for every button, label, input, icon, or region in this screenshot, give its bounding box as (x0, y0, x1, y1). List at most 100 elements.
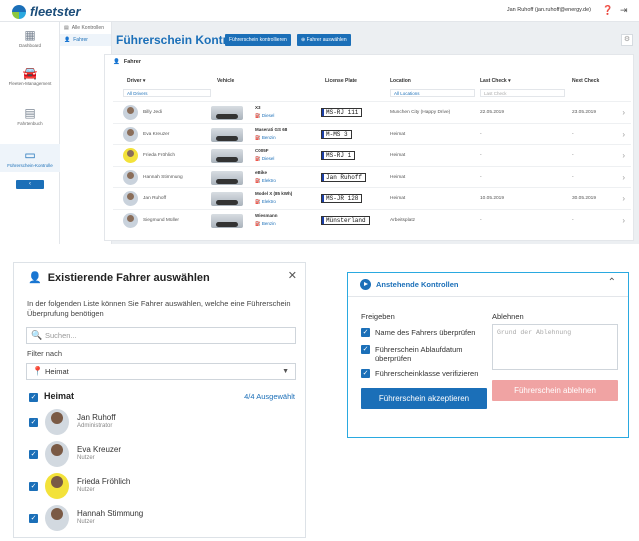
last-check: - (480, 131, 482, 137)
filter-select[interactable]: 📍 Heimat ▼ (26, 363, 296, 380)
fleetster-logo-icon (12, 4, 26, 19)
table-row[interactable]: Hannah Stimmung eBike ⛽ Elektro Jan Ruhoff H… (113, 165, 631, 188)
fuel-label: Elektro (261, 199, 276, 204)
check-row[interactable]: ✓ Führerschein Ablaufdatum überprüfen (361, 345, 487, 363)
logout-icon[interactable]: ⇥ (620, 5, 628, 16)
rail-logbook[interactable]: ▤ Fahrtenbuch (0, 106, 60, 126)
check-license-button[interactable]: Führerschein kontrollieren (225, 34, 291, 46)
col-next-check[interactable]: Next Check (572, 78, 599, 84)
filter-label: Filter nach (27, 349, 63, 358)
subnav-drivers[interactable]: 👤 Fahrer (60, 34, 111, 46)
person-checkbox[interactable]: ✓ (29, 482, 38, 491)
reject-reason-input[interactable]: Grund der Ablehnung (492, 324, 618, 370)
person-name: Hannah Stimmung (77, 509, 144, 518)
panel-header[interactable]: Anstehende Kontrollen ⌃ (348, 273, 628, 297)
vehicle-image (211, 106, 243, 120)
chevron-right-icon[interactable]: › (622, 151, 625, 160)
check-row[interactable]: ✓ Name des Fahrers überprüfen (361, 328, 487, 337)
location: Arbeitsplatz (390, 217, 416, 223)
license-plate: MS-RJ 111 (321, 108, 363, 117)
table-row[interactable]: Eva Kreuzer Maserati GS 68 ⛽ Benzin M-MS 3 H… (113, 122, 631, 145)
select-driver-button[interactable]: ⊕ Fahrer auswählen (297, 34, 351, 46)
dialog-title: Existierende Fahrer auswählen (47, 271, 210, 284)
select-driver-label: Fahrer auswählen (306, 37, 347, 43)
app-logo[interactable]: fleetster (12, 4, 81, 19)
list-item[interactable]: ✓ Frieda Fröhlich Nutzer (29, 473, 269, 503)
fuel-icon: ⛽ (255, 134, 261, 140)
group-name: Heimat (44, 391, 75, 401)
select-driver-dialog: 👤 Existierende Fahrer auswählen ✕ In der … (13, 262, 306, 538)
person-checkbox[interactable]: ✓ (29, 450, 38, 459)
rail-license-check[interactable]: ▭ Führerschein-Kontrolle (0, 144, 60, 172)
person-name: Frieda Fröhlich (77, 477, 131, 486)
vehicle-name: Maserati GS 68 (255, 126, 288, 132)
avatar (123, 191, 138, 206)
list-item[interactable]: ✓ Jan Ruhoff Administrator (29, 409, 269, 439)
subnav-all-checks[interactable]: ▤ Alle Kontrollen (60, 22, 111, 34)
location: Heimat (390, 131, 406, 137)
fuel-label: Diesel (261, 113, 275, 118)
person-icon: 👤 (113, 59, 120, 65)
fuel-label: Benzin (261, 134, 276, 140)
location-filter[interactable]: All Locations (390, 89, 475, 97)
vehicle-image (211, 170, 243, 185)
person-checkbox[interactable]: ✓ (29, 418, 38, 427)
chevron-right-icon[interactable]: › (622, 194, 625, 203)
next-check: 30.05.2019 (572, 196, 597, 201)
col-driver[interactable]: Driver ▾ (127, 78, 145, 84)
checkbox[interactable]: ✓ (361, 328, 370, 337)
vehicle-name: Model X (85 kWh) (255, 191, 293, 196)
location: Heimat (390, 153, 406, 158)
close-icon[interactable]: ✕ (288, 269, 297, 282)
gear-icon[interactable]: ⚙ (621, 34, 633, 46)
rail-label: Fleeten-Management (8, 81, 52, 86)
location: Heimat (390, 196, 406, 201)
selected-count[interactable]: 4/4 Ausgewählt (244, 392, 295, 401)
fuel-type: ⛽ Elektro (255, 199, 276, 205)
person-name: Jan Ruhoff (77, 413, 116, 422)
col-last-check[interactable]: Last Check ▾ (480, 78, 511, 84)
list-item[interactable]: ✓ Eva Kreuzer Nutzer (29, 441, 269, 471)
rail-dashboard[interactable]: ▦ Dashboard (0, 28, 60, 48)
dialog-description: In der folgenden Liste können Sie Fahrer… (27, 299, 291, 318)
col-vehicle[interactable]: Vehicle (217, 78, 234, 84)
rail-fleet[interactable]: 🚘 Fleeten-Management (0, 66, 60, 86)
driver-name: Eva Kreuzer (143, 131, 170, 137)
table-row[interactable]: Siegmund Müller Wiesmann ⛽ Benzin Münsterla… (113, 208, 631, 231)
driver-filter[interactable]: All Drivers (123, 89, 211, 97)
collapse-button[interactable]: ‹ (16, 180, 44, 189)
table-row[interactable]: Jan Ruhoff Model X (85 kWh) ⛽ Elektro MS-JR… (113, 187, 631, 209)
person-checkbox[interactable]: ✓ (29, 514, 38, 523)
search-input[interactable]: 🔍 Suchen... (26, 327, 296, 344)
group-checkbox[interactable]: ✓ (29, 393, 38, 402)
chevron-right-icon[interactable]: › (622, 173, 625, 182)
avatar (123, 126, 138, 142)
reject-license-button[interactable]: Führerschein ablehnen (492, 380, 618, 401)
chevron-right-icon[interactable]: › (622, 130, 625, 139)
chevron-right-icon[interactable]: › (622, 108, 625, 117)
help-icon[interactable]: ❓ (602, 5, 613, 16)
person-icon: 👤 (64, 37, 71, 43)
location: Heimat (390, 174, 406, 180)
person-role: Nutzer (77, 455, 95, 461)
vehicle-image (211, 149, 243, 163)
grid-icon: ▦ (24, 28, 36, 42)
last-check: 10.05.2019 (480, 196, 505, 201)
col-location[interactable]: Location (390, 78, 411, 84)
list-item[interactable]: ✓ Hannah Stimmung Nutzer (29, 505, 269, 535)
fuel-icon: ⛽ (255, 113, 261, 118)
table-row[interactable]: Frieda Fröhlich C005F ⛽ Diesel MS-RJ 1 Heima… (113, 144, 631, 166)
table-row[interactable]: Billy Jedi X3 ⛽ Diesel MS-RJ 111 Munchen Cit… (113, 101, 631, 123)
last-check-filter[interactable]: Last Check (480, 89, 565, 97)
play-circle-icon (360, 279, 371, 290)
checkbox[interactable]: ✓ (361, 369, 370, 378)
user-email[interactable]: Jan Ruhoff (jan.ruhoff@energy.de) (507, 7, 591, 13)
license-icon: ▭ (24, 148, 36, 162)
chevron-up-icon[interactable]: ⌃ (608, 277, 616, 288)
chevron-right-icon[interactable]: › (622, 216, 625, 225)
col-plate[interactable]: License Plate (325, 78, 357, 84)
accept-license-button[interactable]: Führerschein akzeptieren (361, 388, 487, 409)
check-row[interactable]: ✓ Führerscheinklasse verifizieren (361, 369, 487, 378)
checkbox[interactable]: ✓ (361, 345, 370, 354)
left-rail: ▦ Dashboard 🚘 Fleeten-Management ▤ Fahrtenb… (0, 22, 60, 244)
